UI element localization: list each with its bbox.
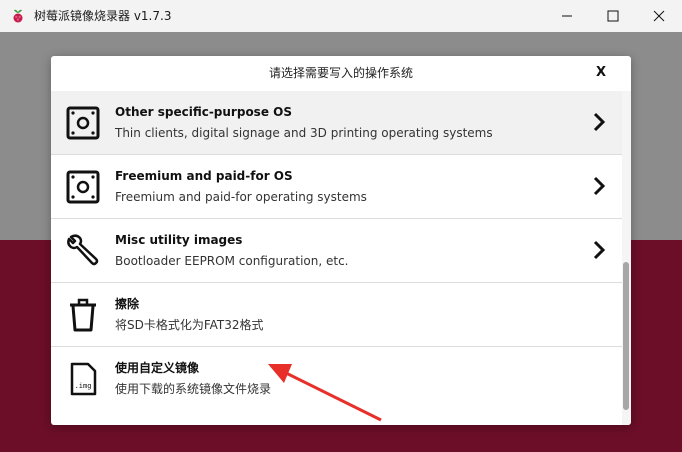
title-bar: 树莓派镜像烧录器 v1.7.3 [0, 0, 682, 32]
maximize-button[interactable] [590, 0, 636, 32]
chevron-right-icon [593, 240, 606, 260]
scrollbar-thumb[interactable] [623, 262, 629, 410]
os-select-dialog: 请选择需要写入的操作系统 X Other specific-purpose OS… [51, 56, 631, 425]
item-description: Thin clients, digital signage and 3D pri… [115, 126, 493, 140]
os-list: Other specific-purpose OS Thin clients, … [51, 91, 622, 410]
img-file-icon: .img [70, 362, 97, 396]
list-item-misc-utility-images[interactable]: Misc utility images Bootloader EEPROM co… [51, 219, 622, 283]
item-title: Misc utility images [115, 233, 243, 247]
minimize-icon [562, 15, 572, 17]
list-item-erase[interactable]: 擦除 将SD卡格式化为FAT32格式 [51, 283, 622, 347]
item-description: Freemium and paid-for operating systems [115, 190, 367, 204]
item-description: Bootloader EEPROM configuration, etc. [115, 254, 349, 268]
maximize-icon [607, 10, 619, 22]
item-title: 擦除 [115, 297, 140, 311]
window-title: 树莓派镜像烧录器 v1.7.3 [34, 9, 172, 23]
chevron-right-icon [593, 112, 606, 132]
item-description: 将SD卡格式化为FAT32格式 [115, 318, 264, 332]
item-title: Other specific-purpose OS [115, 105, 292, 119]
list-item-other-specific-purpose-os[interactable]: Other specific-purpose OS Thin clients, … [51, 91, 622, 155]
raspberry-logo-icon [13, 9, 23, 23]
chevron-right-icon [593, 176, 606, 196]
wrench-icon [67, 234, 99, 266]
trash-icon [70, 298, 96, 332]
board-icon [66, 170, 100, 204]
img-file-label: .img [75, 382, 92, 390]
minimize-button[interactable] [544, 0, 590, 32]
close-icon [653, 10, 665, 22]
list-item-freemium-paid-os[interactable]: Freemium and paid-for OS Freemium and pa… [51, 155, 622, 219]
dialog-title: 请选择需要写入的操作系统 [268, 66, 413, 80]
item-title: Freemium and paid-for OS [115, 169, 293, 183]
list-item-custom-image[interactable]: .img 使用自定义镜像 使用下载的系统镜像文件烧录 [51, 347, 622, 410]
item-title: 使用自定义镜像 [115, 361, 200, 375]
item-description: 使用下载的系统镜像文件烧录 [115, 382, 272, 396]
close-button[interactable] [636, 0, 682, 32]
board-icon [66, 106, 100, 140]
dialog-close-button[interactable]: X [593, 65, 609, 81]
